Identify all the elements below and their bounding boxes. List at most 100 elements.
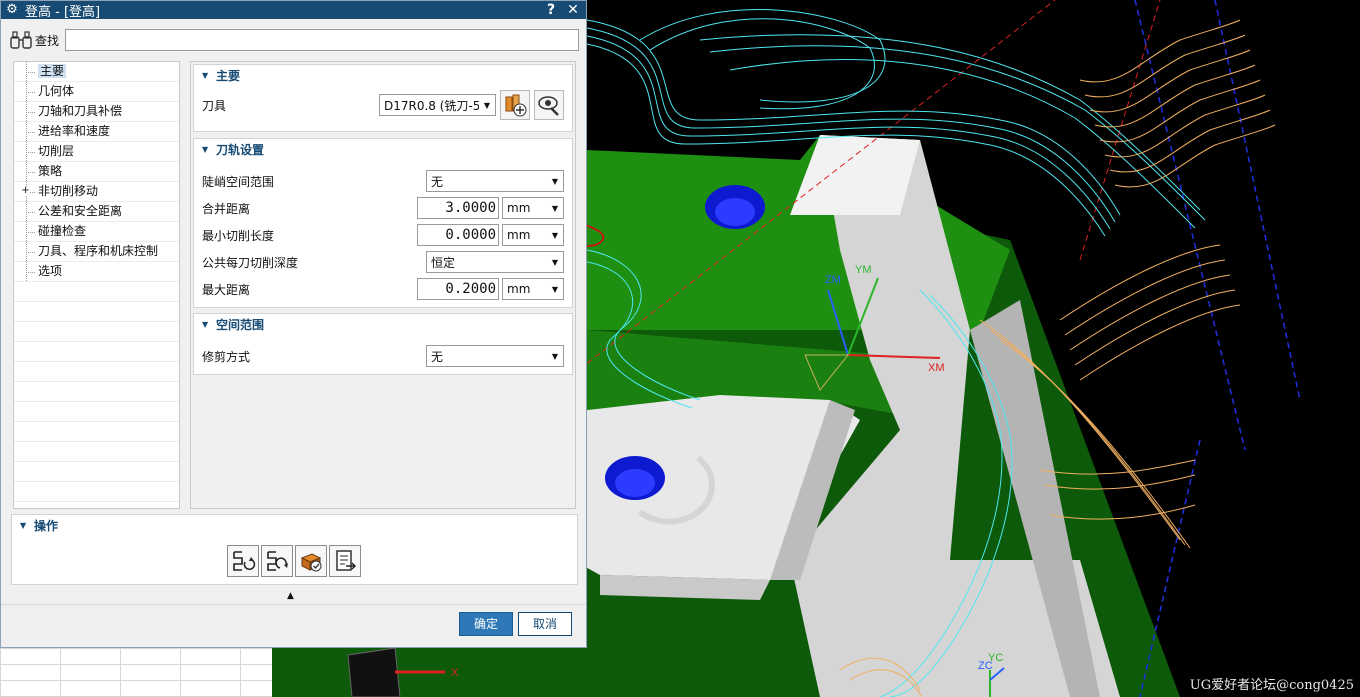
tree-item-non-cutting-moves[interactable]: + 非切削移动 [14,182,179,202]
steep-select-value: 无 [431,174,444,189]
tree-item-cut-levels[interactable]: 切削层 [14,142,179,162]
min-cut-length-row: 最小切削长度 0.0000 mm ▼ [202,223,564,247]
find-bar: 查找 [9,28,579,52]
spreadsheet-strip [0,648,272,697]
chevron-down-icon: ▼ [551,284,559,294]
binoculars-icon [10,31,32,49]
max-distance-input[interactable]: 0.2000 [417,278,499,300]
tree-item-geometry[interactable]: 几何体 [14,82,179,102]
zm-axis-label: ZM [825,274,841,286]
tree-empty-row [14,362,179,382]
tree-item-strategy[interactable]: 策略 [14,162,179,182]
space-range-header[interactable]: 空间范围 [194,314,572,336]
navigation-tree: 主要 几何体 刀轴和刀具补偿 进给率和速度 切削层 策略 + 非切削移动 公差和安… [13,61,180,509]
operations-header[interactable]: 操作 [12,515,577,537]
replay-icon [267,551,288,571]
tree-item-label: 碰撞检查 [38,224,87,238]
cut-depth-select-value: 恒定 [431,255,456,270]
merge-distance-label: 合并距离 [202,201,251,216]
cancel-button[interactable]: 取消 [518,612,572,636]
space-range-group: 空间范围 修剪方式 无 ▼ [193,313,573,375]
tree-item-label: 非切削移动 [38,184,99,198]
chevron-down-icon: ▼ [551,203,559,213]
settings-panel: 主要 刀具 D17R0.8 (铣刀-5 ▼ [190,61,576,509]
tree-item-label: 选项 [38,264,63,278]
tool-row: 刀具 D17R0.8 (铣刀-5 ▼ [202,90,564,120]
merge-distance-row: 合并距离 3.0000 mm ▼ [202,196,564,220]
title-bar[interactable]: ⚙ 登高 - [登高] ? ✕ [1,1,586,20]
tree-item-tool-program-machine[interactable]: 刀具、程序和机床控制 [14,242,179,262]
ok-button[interactable]: 确定 [459,612,513,636]
list-button[interactable] [329,545,361,577]
tool-select[interactable]: D17R0.8 (铣刀-5 ▼ [379,94,496,116]
tool-label: 刀具 [202,98,227,113]
ym-axis-label: YM [855,264,872,276]
new-tool-button[interactable] [500,90,530,120]
close-button[interactable]: ✕ [564,2,582,18]
steep-select[interactable]: 无 ▼ [426,170,564,192]
edit-tool-button[interactable] [534,90,564,120]
window-title: 登高 - [登高] [25,4,101,20]
tree-item-label: 主要 [38,64,67,78]
x-axis-label: X [451,667,459,679]
tree-empty-row [14,402,179,422]
main-group-header[interactable]: 主要 [194,65,572,87]
tool-select-value: D17R0.8 (铣刀-5 [384,98,479,113]
max-distance-row: 最大距离 0.2000 mm ▼ [202,277,564,301]
chevron-down-icon: ▼ [483,100,491,110]
cut-depth-label: 公共每刀切削深度 [202,255,299,270]
trim-select-value: 无 [431,349,444,364]
max-distance-unit-value: mm [507,282,531,296]
chevron-down-icon: ▼ [551,257,559,267]
min-cut-unit-select[interactable]: mm ▼ [502,224,564,246]
verify-icon [300,553,322,572]
tree-item-collision-check[interactable]: 碰撞检查 [14,222,179,242]
tree-empty-row [14,282,179,302]
cut-depth-row: 公共每刀切削深度 恒定 ▼ [202,250,564,274]
tree-item-feeds-speeds[interactable]: 进给率和速度 [14,122,179,142]
tree-empty-row [14,322,179,342]
find-label: 查找 [35,33,60,48]
merge-unit-value: mm [507,201,531,215]
collapse-arrow-icon[interactable]: ▲ [287,591,294,601]
tree-empty-row [14,422,179,442]
tree-item-label: 切削层 [38,144,75,158]
tree-empty-row [14,342,179,362]
merge-distance-input[interactable]: 3.0000 [417,197,499,219]
tree-item-label: 进给率和速度 [38,124,111,138]
trim-row: 修剪方式 无 ▼ [202,344,564,368]
trim-select[interactable]: 无 ▼ [426,345,564,367]
tree-item-tool-axis[interactable]: 刀轴和刀具补偿 [14,102,179,122]
merge-unit-select[interactable]: mm ▼ [502,197,564,219]
operation-dialog: ⚙ 登高 - [登高] ? ✕ 查找 主要 几何体 刀轴和刀具补偿 进给率和速度… [0,0,587,648]
verify-button[interactable] [295,545,327,577]
chevron-down-icon: ▼ [551,230,559,240]
max-distance-unit-select[interactable]: mm ▼ [502,278,564,300]
replay-button[interactable] [261,545,293,577]
expand-icon[interactable]: + [21,186,30,196]
tree-item-label: 刀具、程序和机床控制 [38,244,159,258]
help-button[interactable]: ? [542,2,560,18]
steep-label: 陡峭空间范围 [202,174,275,189]
edit-display-icon [538,96,559,116]
xm-axis-label: XM [928,362,945,374]
tree-item-tolerances[interactable]: 公差和安全距离 [14,202,179,222]
find-input[interactable] [65,29,579,51]
path-settings-header[interactable]: 刀轨设置 [194,139,572,161]
min-cut-length-input[interactable]: 0.0000 [417,224,499,246]
chevron-down-icon: ▼ [551,176,559,186]
generate-button[interactable] [227,545,259,577]
tree-empty-row [14,382,179,402]
chevron-down-icon: ▼ [551,351,559,361]
watermark: UG爱好者论坛@cong0425 [1189,678,1354,693]
tree-item-label: 几何体 [38,84,75,98]
main-group: 主要 刀具 D17R0.8 (铣刀-5 ▼ [193,64,573,132]
divider [1,604,586,605]
tree-item-label: 刀轴和刀具补偿 [38,104,123,118]
cut-depth-select[interactable]: 恒定 ▼ [426,251,564,273]
trim-label: 修剪方式 [202,349,251,364]
tree-item-options[interactable]: 选项 [14,262,179,282]
tree-item-main[interactable]: 主要 [14,62,179,82]
tree-item-label: 策略 [38,164,63,178]
tree-empty-row [14,462,179,482]
